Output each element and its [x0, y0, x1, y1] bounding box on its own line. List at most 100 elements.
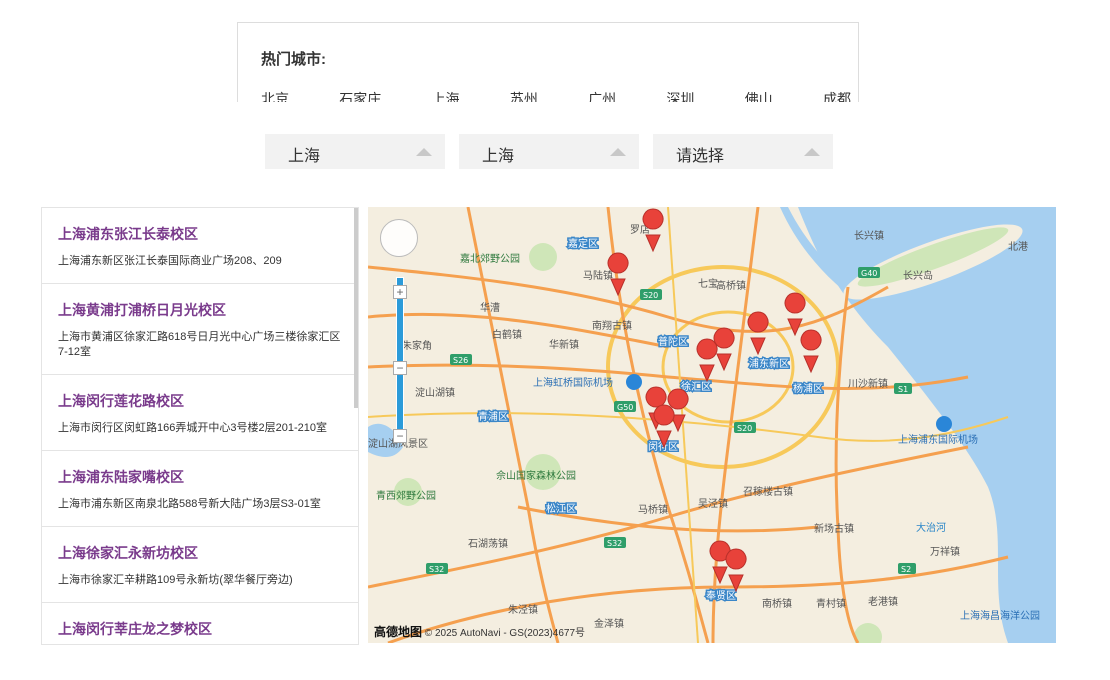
- svg-text:奉贤区: 奉贤区: [706, 589, 736, 602]
- svg-text:华漕: 华漕: [480, 301, 500, 314]
- school-address: 上海浦东新区张江长泰国际商业广场208、209: [58, 255, 282, 267]
- list-item[interactable]: 上海闵行莘庄龙之梦校区: [42, 603, 358, 644]
- svg-text:S32: S32: [607, 539, 622, 548]
- school-name[interactable]: 上海黄浦打浦桥日月光校区: [58, 300, 342, 320]
- svg-text:金泽镇: 金泽镇: [594, 617, 624, 630]
- svg-text:长兴镇: 长兴镇: [854, 229, 884, 242]
- province-select-value: 上海: [288, 148, 321, 165]
- hot-city-link[interactable]: 深圳: [666, 89, 694, 102]
- district-select[interactable]: 请选择: [653, 134, 833, 169]
- svg-text:吴泾镇: 吴泾镇: [698, 497, 728, 510]
- school-address: 上海市徐家汇辛耕路109号永新坊(翠华餐厅旁边): [58, 574, 293, 586]
- school-name[interactable]: 上海闵行莲花路校区: [58, 391, 342, 411]
- svg-text:普陀区: 普陀区: [658, 335, 688, 348]
- hot-city-link[interactable]: 成都: [823, 89, 851, 102]
- school-name[interactable]: 上海浦东陆家嘴校区: [58, 467, 342, 487]
- svg-text:华新镇: 华新镇: [549, 338, 579, 351]
- svg-text:青浦区: 青浦区: [478, 410, 508, 423]
- svg-text:上海浦东国际机场: 上海浦东国际机场: [898, 433, 978, 446]
- hot-city-link[interactable]: 苏州: [510, 89, 538, 102]
- svg-text:长兴岛: 长兴岛: [903, 269, 933, 282]
- chevron-up-icon: [610, 148, 626, 156]
- map-canvas[interactable]: S26 G50 S20 S32 S32 G40 S1 S20 S2 嘉定区 嘉北…: [368, 207, 1056, 643]
- list-item[interactable]: 上海徐家汇永新坊校区 上海市徐家汇辛耕路109号永新坊(翠华餐厅旁边): [42, 527, 358, 603]
- map-logo: 高德地图: [374, 625, 423, 639]
- svg-text:松江区: 松江区: [546, 502, 576, 515]
- svg-text:徐汇区: 徐汇区: [681, 380, 711, 393]
- svg-text:白鹤镇: 白鹤镇: [492, 328, 522, 341]
- map-copyright: © 2025 AutoNavi - GS(2023)4677号: [424, 628, 586, 639]
- district-select-value: 请选择: [676, 148, 725, 165]
- hot-city-link[interactable]: 上海: [432, 89, 460, 102]
- hot-city-link[interactable]: 佛山: [745, 89, 773, 102]
- list-item[interactable]: 上海浦东张江长泰校区 上海浦东新区张江长泰国际商业广场208、209: [42, 208, 358, 284]
- list-item[interactable]: 上海浦东陆家嘴校区 上海市浦东新区南泉北路588号新大陆广场3层S3-01室: [42, 451, 358, 527]
- school-address: 上海市浦东新区南泉北路588号新大陆广场3层S3-01室: [58, 498, 321, 510]
- school-name[interactable]: 上海闵行莘庄龙之梦校区: [58, 619, 342, 639]
- pan-control[interactable]: [380, 219, 418, 257]
- svg-text:嘉北郊野公园: 嘉北郊野公园: [460, 252, 520, 265]
- svg-text:浦东新区: 浦东新区: [749, 357, 789, 370]
- list-item[interactable]: 上海黄浦打浦桥日月光校区 上海市黄浦区徐家汇路618号日月光中心广场三楼徐家汇区…: [42, 284, 358, 375]
- zoom-out-button[interactable]: −: [393, 361, 407, 375]
- svg-text:七宝: 七宝: [698, 277, 718, 290]
- svg-text:杨浦区: 杨浦区: [793, 382, 823, 395]
- svg-text:万祥镇: 万祥镇: [930, 545, 960, 558]
- svg-text:青西郊野公园: 青西郊野公园: [376, 489, 436, 502]
- svg-text:高桥镇: 高桥镇: [716, 279, 746, 292]
- svg-text:川沙新镇: 川沙新镇: [848, 377, 888, 390]
- svg-text:S32: S32: [429, 565, 444, 574]
- svg-text:马陆镇: 马陆镇: [583, 269, 613, 282]
- school-address: 上海市黄浦区徐家汇路618号日月光中心广场三楼徐家汇区7-12室: [58, 331, 341, 358]
- zoom-out-button-lower[interactable]: −: [393, 429, 407, 443]
- svg-text:S1: S1: [898, 385, 908, 394]
- svg-text:老港镇: 老港镇: [868, 595, 898, 608]
- province-select[interactable]: 上海: [265, 134, 445, 169]
- school-list[interactable]: 上海浦东张江长泰校区 上海浦东新区张江长泰国际商业广场208、209 上海黄浦打…: [41, 207, 359, 645]
- city-select-value: 上海: [482, 148, 515, 165]
- list-scrollbar[interactable]: [354, 208, 358, 408]
- svg-text:南翔古镇: 南翔古镇: [592, 319, 632, 332]
- zoom-slider[interactable]: [396, 277, 404, 437]
- region-selectors: 上海 上海 请选择: [265, 134, 833, 169]
- svg-text:S20: S20: [737, 424, 752, 433]
- hot-cities-title: 热门城市:: [261, 51, 326, 68]
- svg-text:佘山国家森林公园: 佘山国家森林公园: [496, 469, 576, 482]
- svg-text:新场古镇: 新场古镇: [814, 522, 854, 535]
- hot-city-link[interactable]: 广州: [588, 89, 616, 102]
- school-address: 上海市闵行区闵虹路166弄城开中心3号楼2层201-210室: [58, 422, 327, 434]
- svg-text:南桥镇: 南桥镇: [762, 597, 792, 610]
- city-select[interactable]: 上海: [459, 134, 639, 169]
- svg-text:朱家角: 朱家角: [402, 339, 432, 352]
- svg-text:S2: S2: [901, 565, 911, 574]
- svg-text:北港: 北港: [1008, 241, 1028, 253]
- school-name[interactable]: 上海浦东张江长泰校区: [58, 224, 342, 244]
- map-view[interactable]: S26 G50 S20 S32 S32 G40 S1 S20 S2 嘉定区 嘉北…: [368, 207, 1056, 643]
- school-name[interactable]: 上海徐家汇永新坊校区: [58, 543, 342, 563]
- zoom-in-button[interactable]: +: [393, 285, 407, 299]
- hot-cities-list: 北京 石家庄 上海 苏州 广州 深圳 佛山 成都: [261, 89, 851, 102]
- svg-text:上海海昌海洋公园: 上海海昌海洋公园: [960, 609, 1040, 622]
- svg-text:大治河: 大治河: [916, 521, 946, 534]
- svg-text:石湖荡镇: 石湖荡镇: [468, 537, 508, 550]
- svg-text:S26: S26: [453, 356, 468, 365]
- svg-text:上海虹桥国际机场: 上海虹桥国际机场: [533, 376, 613, 389]
- hot-city-link[interactable]: 石家庄: [339, 89, 381, 102]
- svg-text:嘉定区: 嘉定区: [568, 237, 598, 250]
- svg-text:青村镇: 青村镇: [816, 597, 846, 610]
- hot-city-link[interactable]: 北京: [261, 89, 289, 102]
- svg-text:G40: G40: [861, 269, 877, 278]
- svg-text:马桥镇: 马桥镇: [638, 503, 668, 516]
- svg-text:朱泾镇: 朱泾镇: [508, 603, 538, 616]
- svg-text:淀山湖镇: 淀山湖镇: [415, 386, 455, 399]
- hot-cities-panel: 热门城市: 北京 石家庄 上海 苏州 广州 深圳 佛山 成都: [237, 22, 859, 102]
- svg-text:G50: G50: [617, 403, 633, 412]
- list-item[interactable]: 上海闵行莲花路校区 上海市闵行区闵虹路166弄城开中心3号楼2层201-210室: [42, 375, 358, 451]
- svg-text:S20: S20: [643, 291, 658, 300]
- svg-text:召稼楼古镇: 召稼楼古镇: [743, 485, 793, 498]
- airport-icon: [626, 374, 642, 390]
- chevron-up-icon: [416, 148, 432, 156]
- airport-icon: [936, 416, 952, 432]
- chevron-up-icon: [804, 148, 820, 156]
- map-attribution: 高德地图 © 2025 AutoNavi - GS(2023)4677号: [374, 623, 585, 640]
